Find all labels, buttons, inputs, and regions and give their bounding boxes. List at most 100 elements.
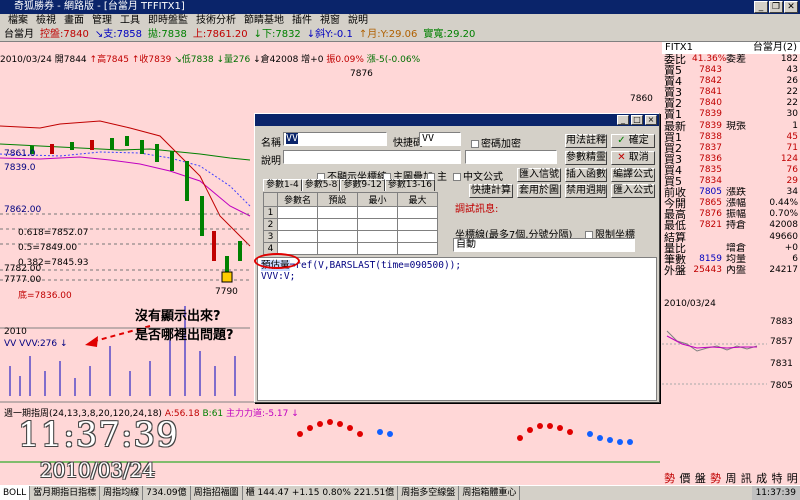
taskbar-item[interactable]: 當月期指日指標 [30, 486, 101, 500]
mini-price-2: 7857 [770, 337, 793, 347]
tab-params-5-8[interactable]: 參數5-8 [301, 179, 341, 191]
ask-row: 賣4 7842 26 [664, 76, 798, 88]
stat-row: 前收 7805 漲跌 34 [664, 187, 798, 199]
menu-manage[interactable]: 管理 [88, 14, 116, 28]
rtab-detail[interactable]: 明 [785, 472, 800, 485]
password-checkbox[interactable]: 密碼加密 [471, 135, 521, 150]
last-row: 最新 7839 現張 1 [664, 120, 798, 132]
menu-tools[interactable]: 工具 [116, 14, 144, 28]
ok-button[interactable]: ✓ 確定 [611, 134, 655, 148]
minimize-button[interactable]: _ [754, 1, 768, 13]
name-input[interactable]: VV [283, 132, 387, 146]
rtab-trades[interactable]: 成 [754, 472, 769, 485]
window-title: 奇狐勝券 - 網路版 - [台當月 TFFITX1] [14, 1, 185, 12]
menu-bar: 檔案 檢視 畫面 管理 工具 即時盤監 技術分析 節睛基地 插件 視窗 說明 [0, 14, 800, 28]
menu-view[interactable]: 檢視 [32, 14, 60, 28]
taskbar-item[interactable]: 周指箱體重心 [459, 486, 521, 500]
dialog-minimize-button[interactable]: _ [617, 115, 629, 125]
menu-screen[interactable]: 畫面 [60, 14, 88, 28]
close-button[interactable]: ✕ [784, 1, 798, 13]
description-input[interactable] [283, 150, 461, 164]
menu-file[interactable]: 檔案 [4, 14, 32, 28]
compile-formula-button[interactable]: 編譯公式 [611, 168, 655, 182]
group-select[interactable] [465, 150, 557, 164]
ask-row: 賣1 7839 30 [664, 109, 798, 121]
debug-label: 調試訊息: [455, 204, 499, 215]
disable-period-button[interactable]: 禁用週期 [565, 184, 607, 198]
tab-params-9-12[interactable]: 參數9-12 [340, 179, 385, 191]
menu-monitor[interactable]: 即時盤監 [144, 14, 192, 28]
system-tray-clock: 11:37:39 [751, 486, 800, 500]
rtab-price[interactable]: 價 [677, 472, 692, 485]
info-date: 2010/03/24 [0, 55, 52, 65]
rtab-signal[interactable]: 訊 [739, 472, 754, 485]
ma-line-green [0, 143, 251, 161]
info-inc: 增+0 [301, 55, 324, 65]
import-formula-button[interactable]: 匯入公式 [611, 184, 655, 198]
top-price-label: 7876 [350, 69, 373, 79]
rtab-special[interactable]: 特 [769, 472, 784, 485]
right-price-label: 7860 [630, 94, 653, 104]
stat-row: 最低 7821 持倉 42008 [664, 220, 798, 232]
low-price-label: 7790 [215, 287, 238, 297]
import-signal-button[interactable]: 匯入信號 [517, 168, 561, 182]
chinese-formula-checkbox[interactable]: 中文公式 [453, 168, 503, 183]
param-wizard-button[interactable]: 參數精靈 [565, 151, 607, 165]
tb-upper: 上:7861.20 [192, 29, 248, 40]
taskbar-item[interactable]: 周指多空線盤 [398, 486, 460, 500]
mini-price-3: 7831 [770, 359, 793, 369]
info-low: ↘低7838 [174, 55, 214, 65]
dialog-maximize-button[interactable]: □ [631, 115, 643, 125]
oscillator-dots [297, 419, 633, 445]
usage-notes-button[interactable]: 用法註釋 [565, 134, 607, 148]
price-label-1: 7861.0 [4, 149, 36, 159]
bid-row: 買1 7838 45 [664, 131, 798, 143]
apply-to-chart-button[interactable]: 套用於圖 [517, 184, 561, 198]
formula-code-editor[interactable]: 預估量=ref(V,BARSLAST(time=090500)); VVV:V; [257, 257, 657, 401]
osc-c: 主力力道:-5.17 ↓ [226, 409, 299, 419]
stat-row: 筆數 8159 均量 6 [664, 253, 798, 265]
candle [170, 151, 174, 171]
price-label-7: 7782.00 [4, 264, 41, 274]
tb-month: ↑月:Y:29.06 [358, 29, 418, 40]
candle [185, 161, 189, 201]
shortcut-input[interactable]: VV [419, 132, 461, 146]
mini-trend-chart[interactable]: 2010/03/24 7883 7857 7831 7805 [662, 296, 800, 472]
annotation-arrow-head [85, 336, 98, 347]
taskbar-item[interactable]: 周指均線 [100, 486, 144, 500]
quick-calc-button[interactable]: 快捷計算 [469, 184, 513, 198]
menu-base[interactable]: 節睛基地 [240, 14, 288, 28]
menu-window[interactable]: 視窗 [316, 14, 344, 28]
bid-row: 買3 7836 124 [664, 153, 798, 165]
candle [90, 140, 94, 150]
taskbar-item[interactable]: 周指招福圖 [191, 486, 243, 500]
symbol-label[interactable]: 台當月 [4, 28, 34, 41]
taskbar-item[interactable]: BOLL [0, 486, 31, 500]
dialog-close-button[interactable]: × [645, 115, 657, 125]
rtab-week[interactable]: 周 [723, 472, 738, 485]
menu-help[interactable]: 說明 [344, 14, 372, 28]
year-label: 2010 [4, 327, 27, 337]
coord-input[interactable]: 自動 [453, 238, 635, 252]
tab-params-1-4[interactable]: 參數1-4 [263, 179, 302, 191]
candle [70, 142, 74, 150]
candle [50, 144, 54, 154]
app-window: 奇狐勝券 - 網路版 - [台當月 TFFITX1] _ ❐ ✕ 檔案 檢視 畫… [0, 0, 800, 500]
menu-technical[interactable]: 技術分析 [192, 14, 240, 28]
tab-params-13-16[interactable]: 參數13-16 [384, 179, 435, 191]
rtab-book[interactable]: 盤 [693, 472, 708, 485]
rtab-trend[interactable]: 勢 [662, 472, 677, 485]
candle [125, 136, 129, 146]
rtab-trend2[interactable]: 勢 [708, 472, 723, 485]
highlight-circle [254, 253, 300, 269]
candle [200, 196, 204, 236]
maximize-button[interactable]: ❐ [769, 1, 783, 13]
cancel-button[interactable]: ✕ 取消 [611, 151, 655, 165]
menu-plugins[interactable]: 插件 [288, 14, 316, 28]
insert-function-button[interactable]: 插入函數 [565, 168, 607, 182]
info-high: ↑高7845 [89, 55, 129, 65]
quote-code: FITX1 [665, 42, 694, 53]
col-param-name: 參數名 [277, 192, 318, 207]
stat-row: 最高 7876 振幅 0.70% [664, 209, 798, 221]
formula-editor-dialog: _ □ × 名稱 VV 快捷碼 VV 密碼加密 說明 不顯示坐標線 主圖疊加 主… [254, 113, 660, 403]
